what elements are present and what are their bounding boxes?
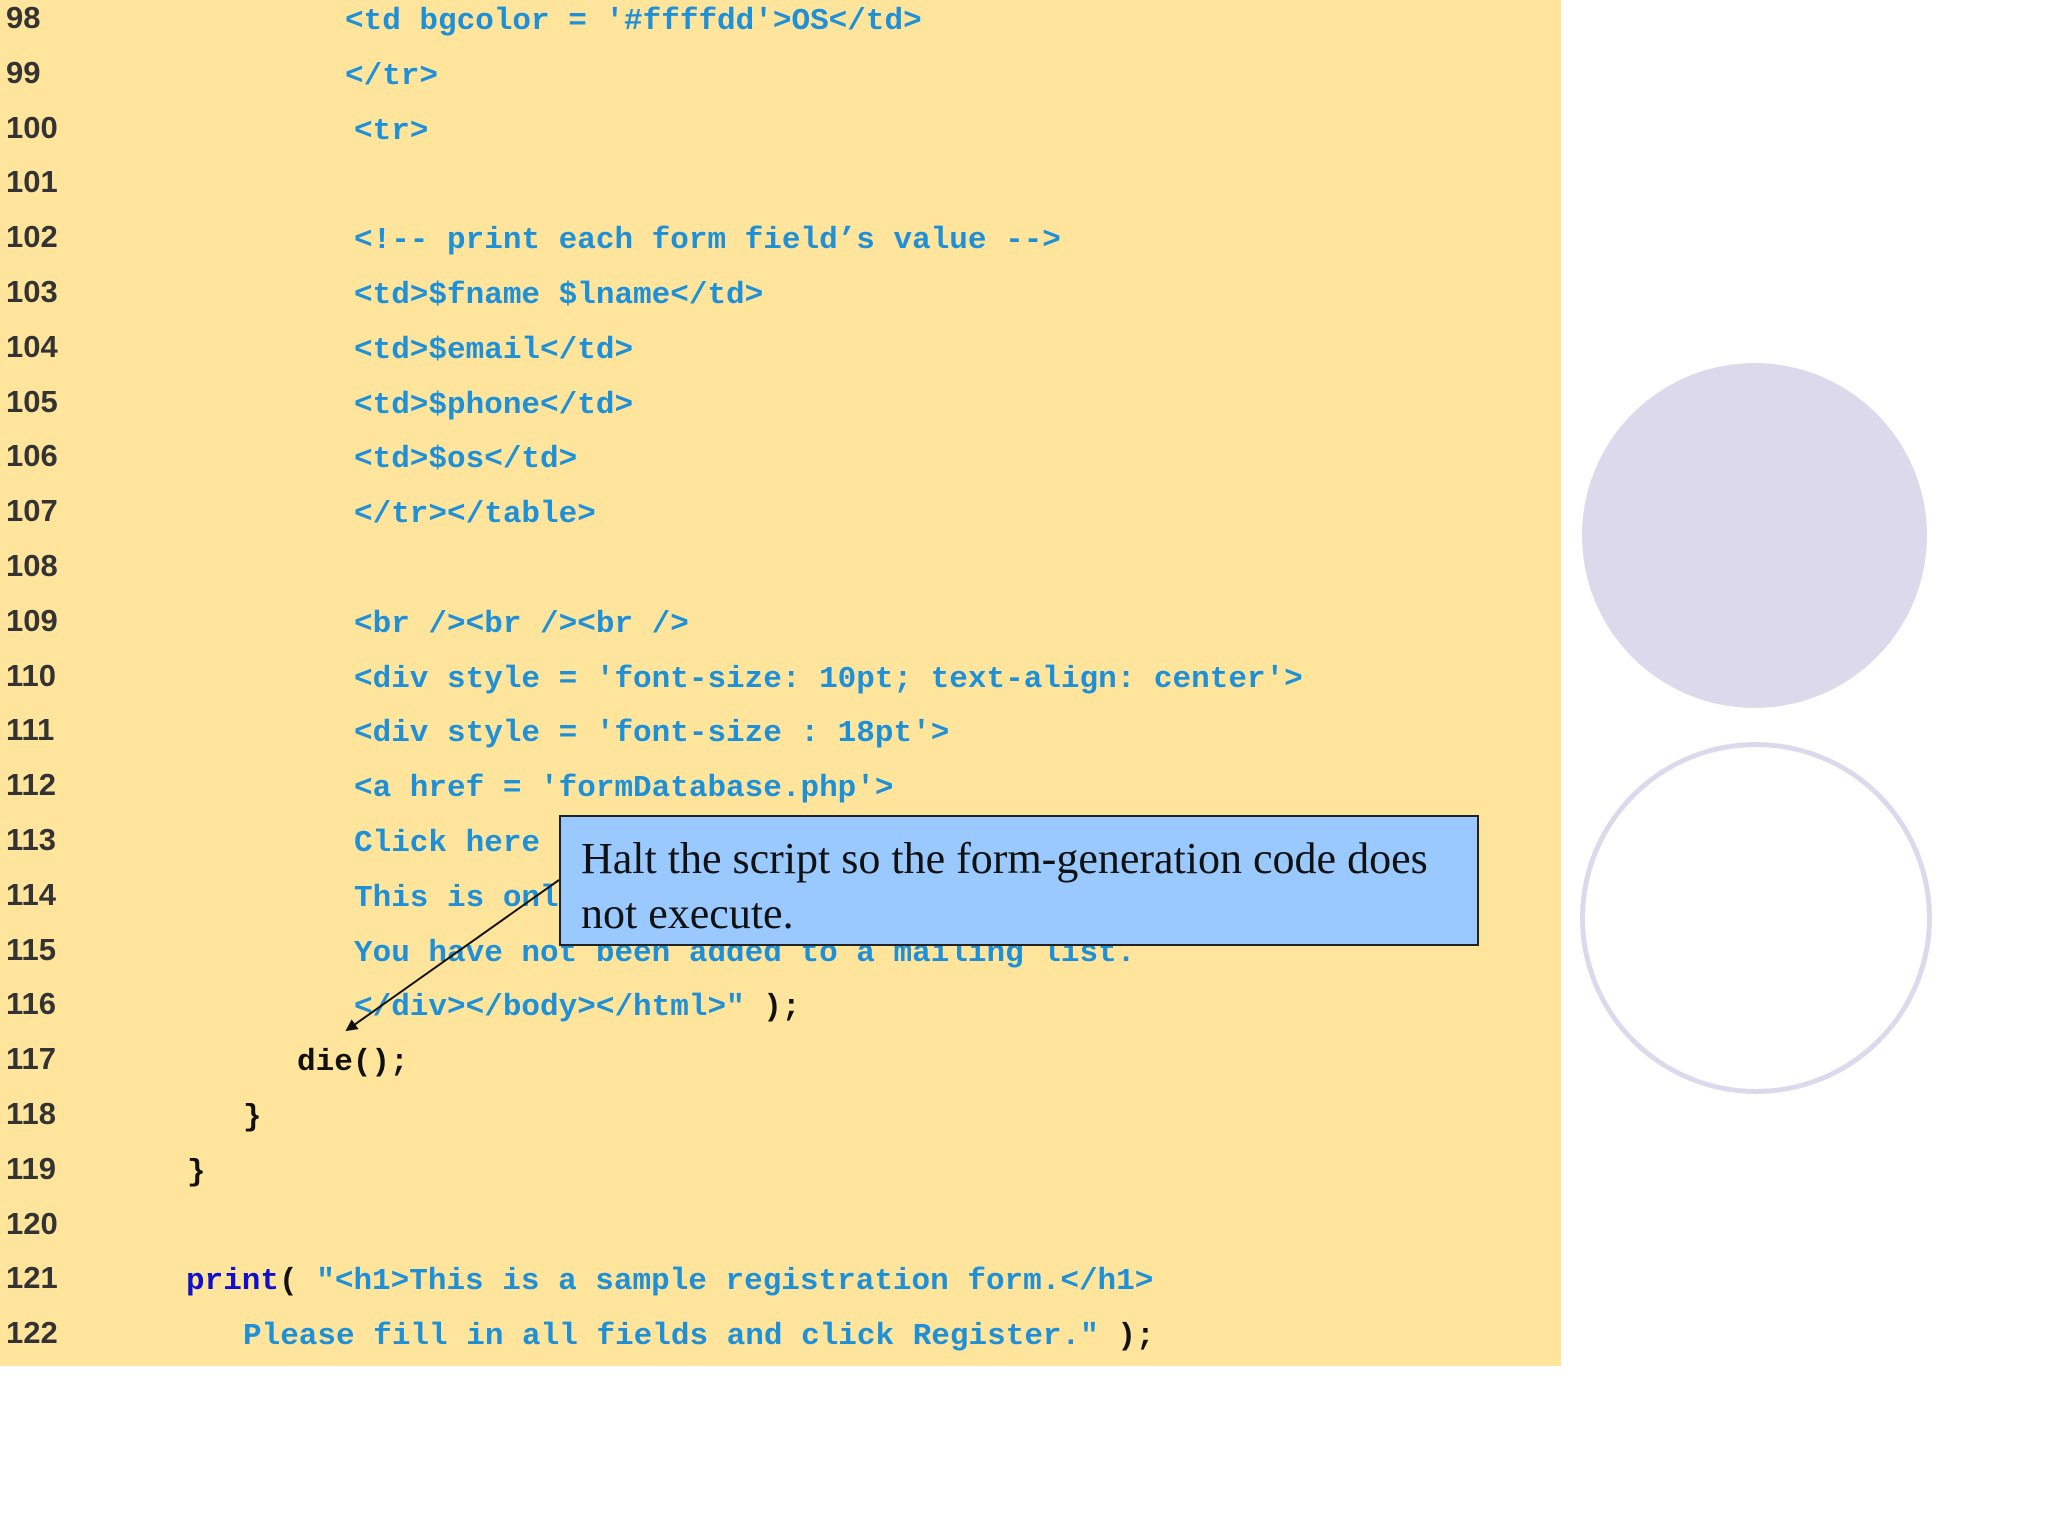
line-number: 119	[6, 1150, 57, 1186]
line-number: 105	[6, 383, 58, 419]
code-token: (	[279, 1264, 317, 1300]
code-line: 104 <td>$email</td>	[0, 327, 1561, 381]
code-line: 116 </div></body></html>" );	[0, 984, 1561, 1038]
code-line: 118}	[0, 1094, 1561, 1148]
code-text: die();	[297, 1043, 409, 1083]
line-number: 99	[6, 54, 41, 90]
code-token: );	[1098, 1319, 1155, 1355]
line-number: 118	[6, 1096, 57, 1131]
code-text: <!-- print each form field’s value -->	[354, 221, 1061, 261]
callout-text: Halt the script so the form-generation c…	[581, 834, 1428, 938]
code-line: 107 </tr></table>	[0, 491, 1561, 545]
code-token: }	[243, 1100, 262, 1135]
code-line: 109 <br /><br /><br />	[0, 601, 1561, 655]
code-line: 108	[0, 546, 1561, 600]
code-token: }	[187, 1154, 206, 1190]
line-number: 100	[6, 109, 58, 145]
code-token: <div style = 'font-size: 10pt; text-alig…	[354, 661, 1303, 697]
code-token: </div></body></html>"	[354, 990, 745, 1026]
decorative-outline-circle	[1580, 742, 1932, 1094]
code-token: <td>$fname $lname</td>	[354, 278, 764, 313]
code-token: <td>$phone</td>	[354, 387, 634, 423]
code-token: <br /><br /><br />	[354, 606, 689, 642]
code-text: <td bgcolor = '#ffffdd'>OS</td>	[345, 2, 922, 42]
code-line: 112 <a href = 'formDatabase.php'>	[0, 765, 1561, 819]
line-number: 103	[6, 274, 58, 309]
code-line: 100 <tr>	[0, 108, 1561, 162]
code-token: Click here	[354, 826, 541, 861]
line-number: 108	[6, 548, 58, 583]
line-number: 104	[6, 328, 58, 364]
decorative-filled-circle	[1582, 363, 1927, 708]
code-text: <a href = 'formDatabase.php'>	[354, 769, 894, 809]
code-text: <tr>	[354, 112, 428, 152]
line-number: 106	[6, 438, 58, 474]
code-line: 99 </tr>	[0, 53, 1561, 107]
code-text: }	[243, 1098, 262, 1138]
code-line: 122 Please fill in all fields and click R…	[0, 1313, 1561, 1367]
line-number: 121	[6, 1260, 58, 1296]
code-line: 103 <td>$fname $lname</td>	[0, 272, 1561, 326]
line-number: 117	[6, 1041, 57, 1077]
code-text: <div style = 'font-size : 18pt'>	[354, 714, 949, 754]
code-text: <div style = 'font-size: 10pt; text-alig…	[354, 660, 1303, 700]
line-number: 116	[6, 986, 57, 1022]
line-number: 102	[6, 219, 58, 255]
code-text: Click here	[354, 824, 540, 864]
code-text: </tr></table>	[354, 495, 596, 535]
code-token: <tr>	[354, 113, 429, 149]
code-text: </div></body></html>" );	[354, 988, 800, 1028]
code-token: Please fill in all fields and click Regi…	[243, 1319, 1099, 1355]
code-token: <td bgcolor = '#ffffdd'>OS</td>	[345, 4, 922, 39]
code-token: );	[744, 990, 801, 1026]
line-number: 111	[6, 712, 55, 748]
line-number: 107	[6, 493, 58, 529]
code-token: <a href = 'formDatabase.php'>	[354, 771, 894, 807]
code-text: <td>$fname $lname</td>	[354, 276, 763, 316]
code-token: <td>$email</td>	[354, 332, 634, 368]
code-token: <div style = 'font-size : 18pt'>	[354, 716, 950, 752]
code-token: "<h1>This is a sample registration form.…	[316, 1264, 1154, 1300]
callout-box: Halt the script so the form-generation c…	[559, 815, 1479, 946]
code-text: This is onl	[354, 879, 559, 919]
code-text: </tr>	[345, 57, 438, 97]
code-text: Please fill in all fields and click Regi…	[243, 1317, 1155, 1357]
line-number: 120	[6, 1205, 58, 1241]
code-line: 102 <!-- print each form field’s value --…	[0, 217, 1561, 271]
code-line: 98 <td bgcolor = '#ffffdd'>OS</td>	[0, 0, 1561, 52]
code-line: 120	[0, 1204, 1561, 1258]
code-text: <td>$os</td>	[354, 440, 577, 480]
code-token: <!-- print each form field’s value -->	[354, 223, 1061, 259]
code-line: 117 die();	[0, 1039, 1561, 1093]
code-text: print( "<h1>This is a sample registratio…	[186, 1262, 1153, 1302]
code-line: 106 <td>$os</td>	[0, 436, 1561, 490]
code-text: <td>$email</td>	[354, 331, 633, 371]
code-token: die();	[297, 1045, 409, 1081]
code-line: 101	[0, 162, 1561, 216]
code-token: <td>$os</td>	[354, 442, 578, 478]
line-number: 109	[6, 602, 58, 638]
line-number: 110	[6, 657, 57, 693]
code-text: <br /><br /><br />	[354, 605, 689, 645]
line-number: 113	[6, 822, 57, 857]
code-line: 110 <div style = 'font-size: 10pt; text-a…	[0, 656, 1561, 710]
code-line: 105 <td>$phone</td>	[0, 382, 1561, 436]
code-line: 119}	[0, 1149, 1561, 1203]
code-text: }	[187, 1153, 206, 1193]
line-number: 122	[6, 1315, 58, 1351]
code-panel: 98 <td bgcolor = '#ffffdd'>OS</td> 99 </tr>…	[0, 0, 1561, 1366]
code-text: <td>$phone</td>	[354, 386, 633, 426]
code-token: </tr></table>	[354, 497, 596, 533]
code-line: 121 print( "<h1>This is a sample registra…	[0, 1258, 1561, 1312]
code-token: print	[186, 1264, 280, 1300]
line-number: 112	[6, 767, 57, 803]
line-number: 114	[6, 876, 57, 912]
code-token: This is onl	[354, 880, 559, 916]
line-number: 98	[6, 0, 41, 35]
line-number: 101	[6, 164, 58, 200]
code-line: 111 <div style = 'font-size : 18pt'>	[0, 710, 1561, 764]
code-token: </tr>	[345, 58, 439, 94]
line-number: 115	[6, 931, 57, 967]
